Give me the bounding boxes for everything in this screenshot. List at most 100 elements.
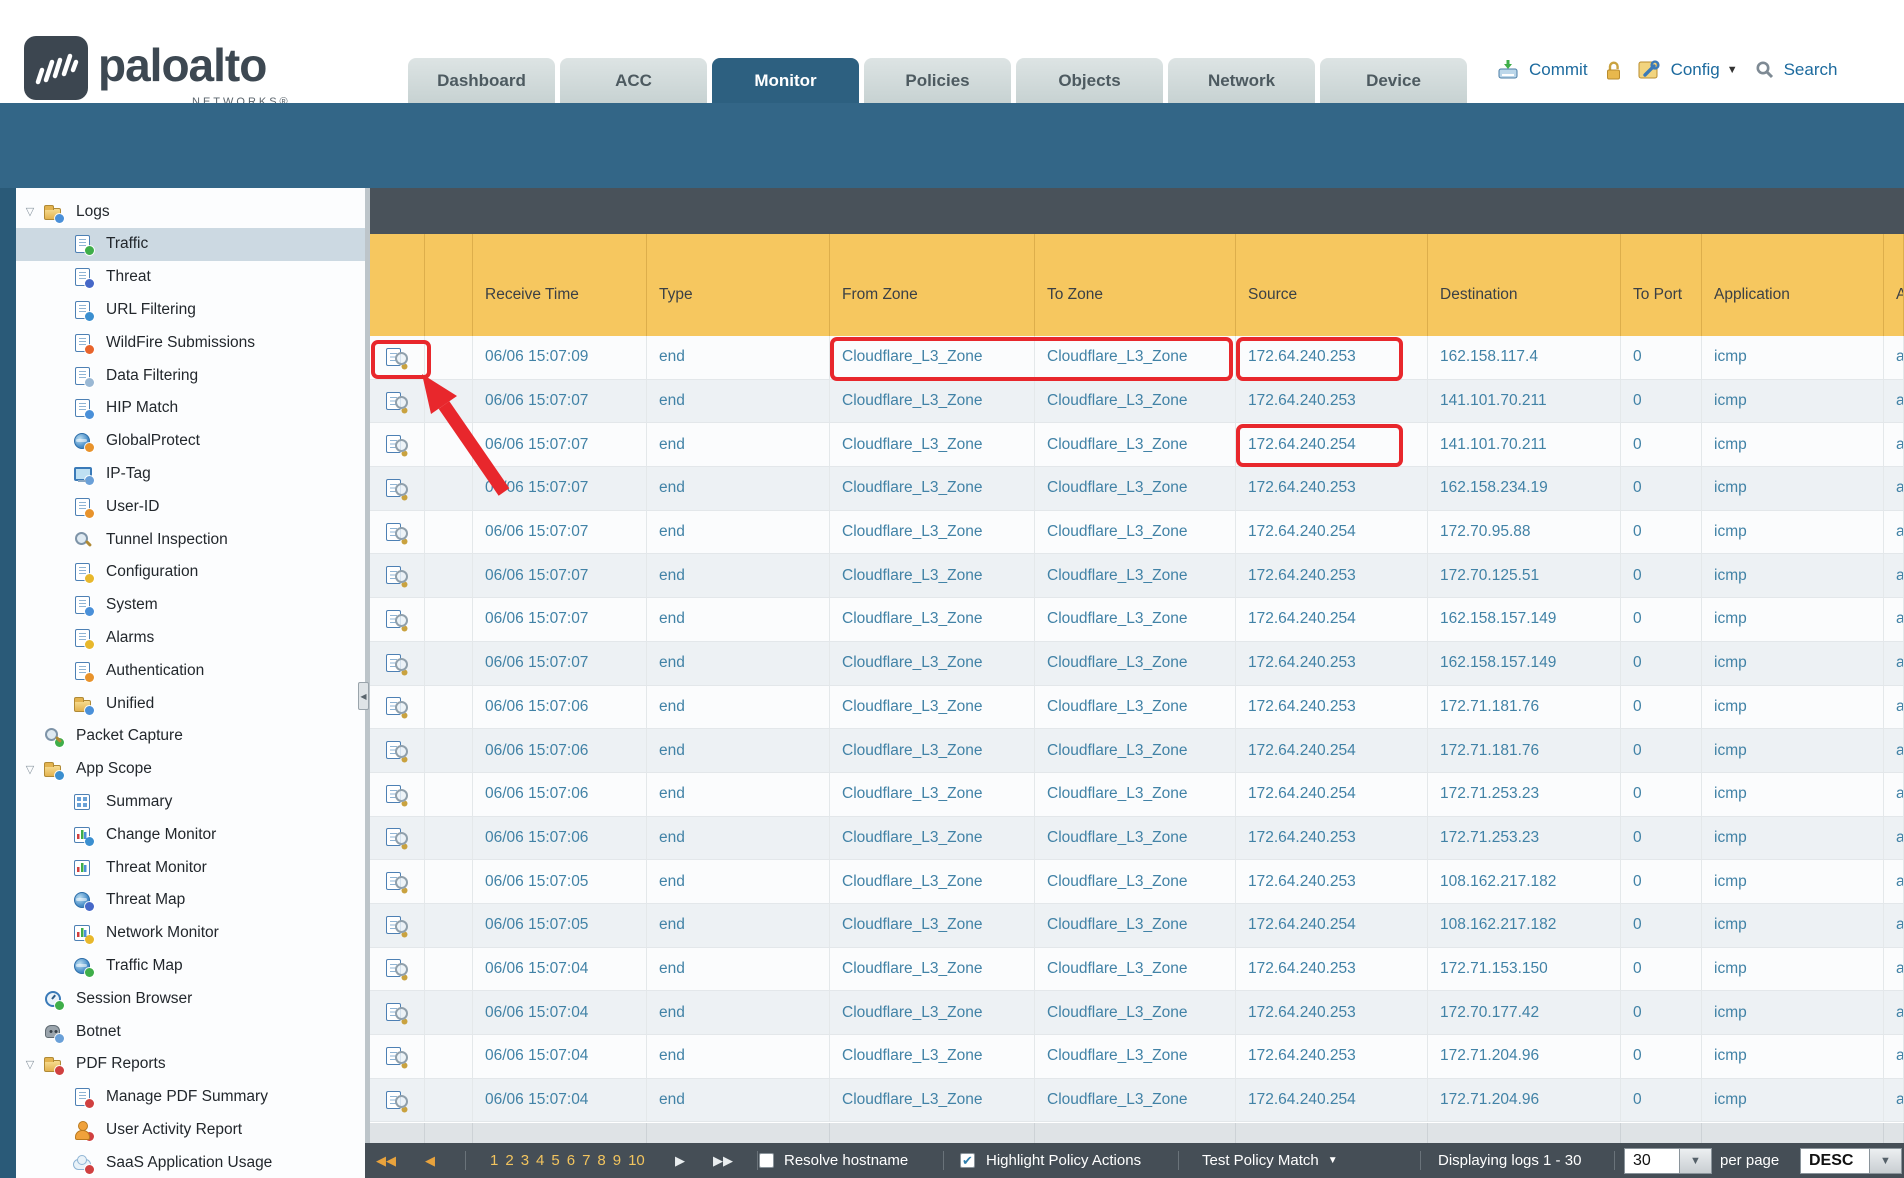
- cell-type[interactable]: end: [647, 991, 830, 1034]
- column-header-from-zone[interactable]: From Zone: [830, 234, 1035, 336]
- cell-type[interactable]: end: [647, 1035, 830, 1078]
- cell-from-zone[interactable]: Cloudflare_L3_Zone: [830, 948, 1035, 991]
- sidebar-item-threat-map[interactable]: Threat Map: [16, 884, 365, 917]
- cell-destination[interactable]: 162.158.157.149: [1428, 598, 1621, 641]
- cell-from-zone[interactable]: Cloudflare_L3_Zone: [830, 1035, 1035, 1078]
- config-icon[interactable]: [1637, 59, 1662, 81]
- cell-to-zone[interactable]: Cloudflare_L3_Zone: [1035, 948, 1236, 991]
- cell-to-port[interactable]: 0: [1621, 423, 1702, 466]
- sidebar-item-threat[interactable]: Threat: [16, 261, 365, 294]
- cell-source[interactable]: 172.64.240.253: [1236, 948, 1428, 991]
- cell-action[interactable]: a: [1884, 1035, 1904, 1078]
- sidebar-item-user-activity-report[interactable]: User Activity Report: [16, 1113, 365, 1146]
- tab-dashboard[interactable]: Dashboard: [408, 58, 555, 103]
- cell-type[interactable]: end: [647, 642, 830, 685]
- cell-type[interactable]: end: [647, 729, 830, 772]
- cell-to-zone[interactable]: Cloudflare_L3_Zone: [1035, 598, 1236, 641]
- expand-arrow-icon[interactable]: ▽: [22, 205, 38, 218]
- cell-to-zone[interactable]: Cloudflare_L3_Zone: [1035, 904, 1236, 947]
- log-detail-icon[interactable]: [385, 610, 409, 629]
- cell-application[interactable]: icmp: [1702, 686, 1884, 729]
- cell-action[interactable]: a: [1884, 686, 1904, 729]
- cell-source[interactable]: 172.64.240.254: [1236, 598, 1428, 641]
- page-number-3[interactable]: 3: [521, 1152, 529, 1169]
- cell-application[interactable]: icmp: [1702, 860, 1884, 903]
- per-page-caret-icon[interactable]: ▼: [1680, 1148, 1712, 1174]
- collapse-sidebar-icon[interactable]: ◀: [358, 682, 369, 710]
- sidebar-item-globalprotect[interactable]: GlobalProtect: [16, 425, 365, 458]
- cell-action[interactable]: a: [1884, 773, 1904, 816]
- cell-action[interactable]: a: [1884, 904, 1904, 947]
- cell-from-zone[interactable]: Cloudflare_L3_Zone: [830, 686, 1035, 729]
- cell-action[interactable]: a: [1884, 991, 1904, 1034]
- column-header-application[interactable]: Application: [1702, 234, 1884, 336]
- sidebar-item-network-monitor[interactable]: Network Monitor: [16, 917, 365, 950]
- log-detail-icon[interactable]: [385, 654, 409, 673]
- cell-to-zone[interactable]: Cloudflare_L3_Zone: [1035, 991, 1236, 1034]
- cell-action[interactable]: a: [1884, 860, 1904, 903]
- cell-application[interactable]: icmp: [1702, 423, 1884, 466]
- next-page-button[interactable]: ▶: [675, 1143, 685, 1178]
- cell-to-port[interactable]: 0: [1621, 991, 1702, 1034]
- cell-from-zone[interactable]: Cloudflare_L3_Zone: [830, 904, 1035, 947]
- column-header-destination[interactable]: Destination: [1428, 234, 1621, 336]
- cell-application[interactable]: icmp: [1702, 991, 1884, 1034]
- lock-icon[interactable]: [1605, 60, 1622, 81]
- cell-from-zone[interactable]: Cloudflare_L3_Zone: [830, 380, 1035, 423]
- cell-from-zone[interactable]: Cloudflare_L3_Zone: [830, 336, 1035, 379]
- cell-to-zone[interactable]: Cloudflare_L3_Zone: [1035, 1079, 1236, 1122]
- cell-type[interactable]: end: [647, 598, 830, 641]
- cell-source[interactable]: 172.64.240.253: [1236, 554, 1428, 597]
- cell-type[interactable]: end: [647, 336, 830, 379]
- cell-source[interactable]: 172.64.240.254: [1236, 904, 1428, 947]
- sidebar-item-tunnel-inspection[interactable]: Tunnel Inspection: [16, 523, 365, 556]
- cell-to-port[interactable]: 0: [1621, 729, 1702, 772]
- cell-application[interactable]: icmp: [1702, 904, 1884, 947]
- page-number-6[interactable]: 6: [567, 1152, 575, 1169]
- cell-source[interactable]: 172.64.240.254: [1236, 1079, 1428, 1122]
- sidebar-item-pdf-reports[interactable]: ▽PDF Reports: [16, 1048, 365, 1081]
- sidebar-item-user-id[interactable]: User-ID: [16, 490, 365, 523]
- tab-monitor[interactable]: Monitor: [712, 58, 859, 103]
- log-detail-icon[interactable]: [385, 435, 409, 454]
- log-detail-icon[interactable]: [385, 1047, 409, 1066]
- config-caret-icon[interactable]: ▼: [1727, 64, 1738, 76]
- page-number-2[interactable]: 2: [505, 1152, 513, 1169]
- log-detail-icon[interactable]: [385, 392, 409, 411]
- cell-source[interactable]: 172.64.240.253: [1236, 1035, 1428, 1078]
- cell-destination[interactable]: 172.71.153.150: [1428, 948, 1621, 991]
- cell-type[interactable]: end: [647, 904, 830, 947]
- cell-to-port[interactable]: 0: [1621, 554, 1702, 597]
- cell-to-port[interactable]: 0: [1621, 817, 1702, 860]
- column-header-source[interactable]: Source: [1236, 234, 1428, 336]
- cell-source[interactable]: 172.64.240.253: [1236, 686, 1428, 729]
- sidebar-item-threat-monitor[interactable]: Threat Monitor: [16, 851, 365, 884]
- sidebar-item-botnet[interactable]: Botnet: [16, 1015, 365, 1048]
- cell-action[interactable]: a: [1884, 817, 1904, 860]
- cell-action[interactable]: a: [1884, 554, 1904, 597]
- log-detail-icon[interactable]: [385, 872, 409, 891]
- cell-to-port[interactable]: 0: [1621, 860, 1702, 903]
- expand-arrow-icon[interactable]: ▽: [22, 763, 38, 776]
- cell-destination[interactable]: 162.158.234.19: [1428, 467, 1621, 510]
- sidebar-item-wildfire-submissions[interactable]: WildFire Submissions: [16, 326, 365, 359]
- cell-to-zone[interactable]: Cloudflare_L3_Zone: [1035, 642, 1236, 685]
- cell-to-port[interactable]: 0: [1621, 948, 1702, 991]
- page-number-4[interactable]: 4: [536, 1152, 544, 1169]
- cell-from-zone[interactable]: Cloudflare_L3_Zone: [830, 817, 1035, 860]
- cell-destination[interactable]: 108.162.217.182: [1428, 860, 1621, 903]
- cell-action[interactable]: a: [1884, 1079, 1904, 1122]
- cell-source[interactable]: 172.64.240.254: [1236, 511, 1428, 554]
- tab-device[interactable]: Device: [1320, 58, 1467, 103]
- cell-to-zone[interactable]: Cloudflare_L3_Zone: [1035, 336, 1236, 379]
- cell-action[interactable]: a: [1884, 642, 1904, 685]
- page-number-8[interactable]: 8: [597, 1152, 605, 1169]
- cell-destination[interactable]: 172.71.253.23: [1428, 817, 1621, 860]
- last-page-button[interactable]: ▶▶: [713, 1143, 733, 1178]
- column-header-to-zone[interactable]: To Zone: [1035, 234, 1236, 336]
- sidebar-item-unified[interactable]: Unified: [16, 687, 365, 720]
- cell-type[interactable]: end: [647, 860, 830, 903]
- sidebar-item-authentication[interactable]: Authentication: [16, 654, 365, 687]
- sidebar-item-saas-application-usage[interactable]: SaaS Application Usage: [16, 1146, 365, 1178]
- cell-from-zone[interactable]: Cloudflare_L3_Zone: [830, 642, 1035, 685]
